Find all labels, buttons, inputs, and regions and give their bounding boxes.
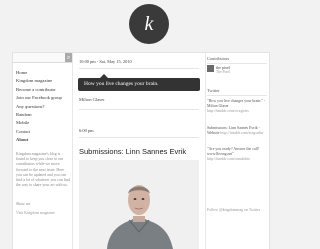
search-icon[interactable]: ⌕ [65,53,72,62]
tweet-link[interactable]: http://tumblr.com/zregsn6w [220,131,263,135]
quote-author: Milton Glaser [79,97,105,102]
tweet-link[interactable]: http://tumblr.com/zanuldrto [207,157,250,161]
post-timestamp[interactable]: 6:00 pm [79,128,94,133]
tweet-link[interactable]: http://tumblr.com/zcxgirtrs [207,109,249,113]
divider [79,109,199,110]
nav-item-home[interactable]: Home [16,69,62,77]
quote-box: How you live changes your brain. [78,74,200,91]
divider [207,63,267,64]
divider [79,137,199,138]
divider [79,68,199,69]
nav-item-random[interactable]: Random [16,111,62,119]
twitter-title: Twitter [207,88,220,93]
quote-text: How you live changes your brain. [84,81,159,87]
left-sidebar: ⌕ Home Kingdom magazine Become a contrib… [13,53,72,249]
page-container: ⌕ Home Kingdom magazine Become a contrib… [12,52,270,249]
post-title[interactable]: Submissions: Linn Sannes Evrik [79,147,186,156]
nav-item-kingdom-magazine[interactable]: Kingdom magazine [16,77,62,85]
nav-item-contact[interactable]: Contact [16,128,62,136]
follow-twitter-link[interactable]: Follow @kingdommag on Twitter [207,208,260,212]
nav-item-mobile[interactable]: Mobile [16,119,62,127]
tweet-item: "How you live changes your brain." - Mil… [207,99,269,114]
nav-item-questions[interactable]: Any questions? [16,103,62,111]
contributor-avatar[interactable] [207,65,214,72]
show-more-link[interactable]: Show art [16,202,30,206]
tweet-item: Submissions: Linn Sannes Evrik - Website… [207,126,269,136]
post-timestamp[interactable]: 10:00 pm - Sat, May 15, 2010 [79,59,132,64]
about-title: About [16,137,29,142]
contributors-title: Contributors [207,56,230,61]
search-input[interactable]: ⌕ [13,53,72,63]
right-sidebar: Contributors the pixel The Pixel Twitter… [205,53,269,249]
nav-item-become-contributor[interactable]: Become a contributor [16,86,62,94]
nav-item-facebook-group[interactable]: Join our Facebook group [16,94,62,102]
tweet-text: "How you live changes your brain." - Mil… [207,99,266,108]
contributor-subtitle: The Pixel [216,70,230,74]
site-logo[interactable]: k [129,4,169,44]
main-content: 10:00 pm - Sat, May 15, 2010 How you liv… [72,53,206,249]
sidebar-nav: Home Kingdom magazine Become a contribut… [16,69,62,136]
tweet-text: "Are you ready? Answer the call! www.lkv… [207,147,260,156]
post-photo[interactable] [79,160,199,249]
about-text: Kingdom magazine's blog is found to keep… [16,152,70,188]
quote-arrow [100,74,108,78]
divider [207,95,267,96]
tweet-item: "Are you ready? Answer the call! www.lkv… [207,147,269,162]
visit-magazine-link[interactable]: Visit Kingdom magazine [16,211,55,215]
